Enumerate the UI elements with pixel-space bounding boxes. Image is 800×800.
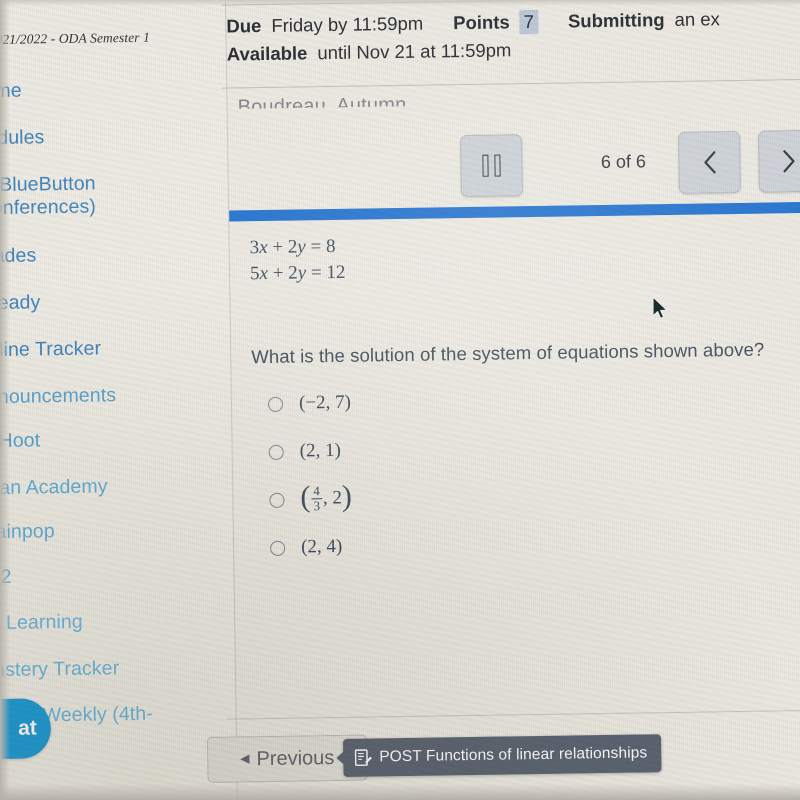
- sidebar-item-mastery-tracker[interactable]: Mastery Tracker: [0, 656, 228, 683]
- radio-button-4[interactable]: [270, 540, 286, 556]
- previous-button-label: Previous: [256, 746, 335, 770]
- question-prompt: What is the solution of the system of eq…: [251, 338, 765, 368]
- available-value: until Nov 21 at 11:59pm: [317, 39, 512, 64]
- triangle-left-icon: ◀: [240, 751, 250, 766]
- canvas-lms-screen: 2021/2022 - ODA Semester 1 Home Modules …: [0, 0, 800, 800]
- next-question-button[interactable]: [758, 129, 800, 193]
- assignment-meta: Due Friday by 11:59pm Points 7 Submitting an …: [226, 4, 800, 69]
- answer-choice-1-label: (−2, 7): [298, 391, 352, 414]
- document-edit-icon: [353, 748, 372, 767]
- chevron-left-icon: [704, 151, 716, 174]
- answer-choice-1[interactable]: (−2, 7): [267, 374, 689, 428]
- due-label: Due: [226, 15, 262, 37]
- answer-choice-2-label: (2, 1): [299, 439, 342, 462]
- sidebar-item-i-ready[interactable]: i-Ready: [0, 289, 223, 316]
- points-label: Points: [453, 11, 510, 34]
- quiz-progress-bar: [229, 201, 800, 222]
- answer-choice-4-label: (2, 4): [300, 535, 343, 558]
- student-name-label: Boudreau, Autumn: [237, 93, 407, 119]
- points-value: 7: [519, 9, 539, 35]
- assignment-main-content: Due Friday by 11:59pm Points 7 Submitting an …: [206, 0, 800, 800]
- question-counter: 6 of 6: [600, 151, 647, 173]
- submitting-value: an ex: [674, 8, 720, 30]
- sidebar-item-kahoot[interactable]: KaHoot: [0, 427, 225, 454]
- radio-button-3[interactable]: [269, 492, 285, 508]
- sidebar-item-announcements[interactable]: Announcements: [0, 383, 224, 410]
- answer-choice-3-label: (4 3, 2): [300, 480, 353, 514]
- answer-choice-2[interactable]: (2, 1): [268, 422, 689, 476]
- photo-of-screen: 2021/2022 - ODA Semester 1 Home Modules …: [0, 0, 800, 800]
- previous-question-button[interactable]: [678, 130, 741, 194]
- available-label: Available: [226, 42, 308, 65]
- photo-edge-bottom: [0, 784, 800, 800]
- answer-choice-4[interactable]: (2, 4): [270, 518, 691, 572]
- radio-button-2[interactable]: [268, 444, 284, 460]
- pause-icon: [479, 154, 503, 177]
- equations-block: 3x + 2y = 8 5x + 2y = 12: [250, 234, 346, 287]
- quiz-toolbar-divider: [221, 78, 800, 89]
- sidebar-item-brainpop[interactable]: Brainpop: [0, 518, 226, 545]
- sidebar-item-modules[interactable]: Modules: [0, 124, 220, 151]
- answer-choice-3[interactable]: (4 3, 2): [269, 470, 690, 524]
- due-value: Friday by 11:59pm: [271, 12, 424, 36]
- sidebar-item-el-learning[interactable]: EL Learning: [0, 609, 227, 636]
- sidebar-item-khan-academy[interactable]: Khan Academy: [0, 474, 225, 501]
- photo-edge-top: [0, 0, 800, 6]
- radio-button-1[interactable]: [267, 396, 284, 412]
- post-breadcrumb-tooltip[interactable]: POST Functions of linear relationships: [342, 734, 662, 777]
- fraction-four-thirds: 43: [311, 483, 322, 513]
- sidebar-item-offline-tracker[interactable]: Offline Tracker: [0, 336, 223, 363]
- submitting-label: Submitting: [567, 9, 665, 32]
- footer-divider: [226, 709, 800, 720]
- pause-quiz-button[interactable]: [460, 134, 523, 198]
- sidebar-item-bigbluebutton[interactable]: BigBlueButton (Conferences): [0, 172, 161, 221]
- course-navigation-sidebar: 2021/2022 - ODA Semester 1 Home Modules …: [0, 0, 239, 800]
- photo-edge-left: [0, 0, 10, 800]
- post-breadcrumb-label: POST Functions of linear relationships: [379, 744, 648, 766]
- answer-choices-list: (−2, 7) (2, 1) (4 3, 2) (2, 4): [267, 374, 691, 572]
- equation-line-1: 3x + 2y = 8: [249, 235, 336, 259]
- sidebar-item-home[interactable]: Home: [0, 77, 219, 104]
- answer-choice-3-second: 2: [332, 487, 343, 509]
- sidebar-item-grades[interactable]: Grades: [0, 242, 222, 269]
- equation-line-2: 5x + 2y = 12: [249, 261, 346, 285]
- sidebar-item-k12[interactable]: K12: [0, 563, 227, 590]
- open-paren: (: [300, 480, 311, 514]
- course-title-label: 2021/2022 - ODA Semester 1: [0, 29, 151, 48]
- chevron-right-icon: [783, 150, 795, 173]
- close-paren: ): [341, 480, 353, 514]
